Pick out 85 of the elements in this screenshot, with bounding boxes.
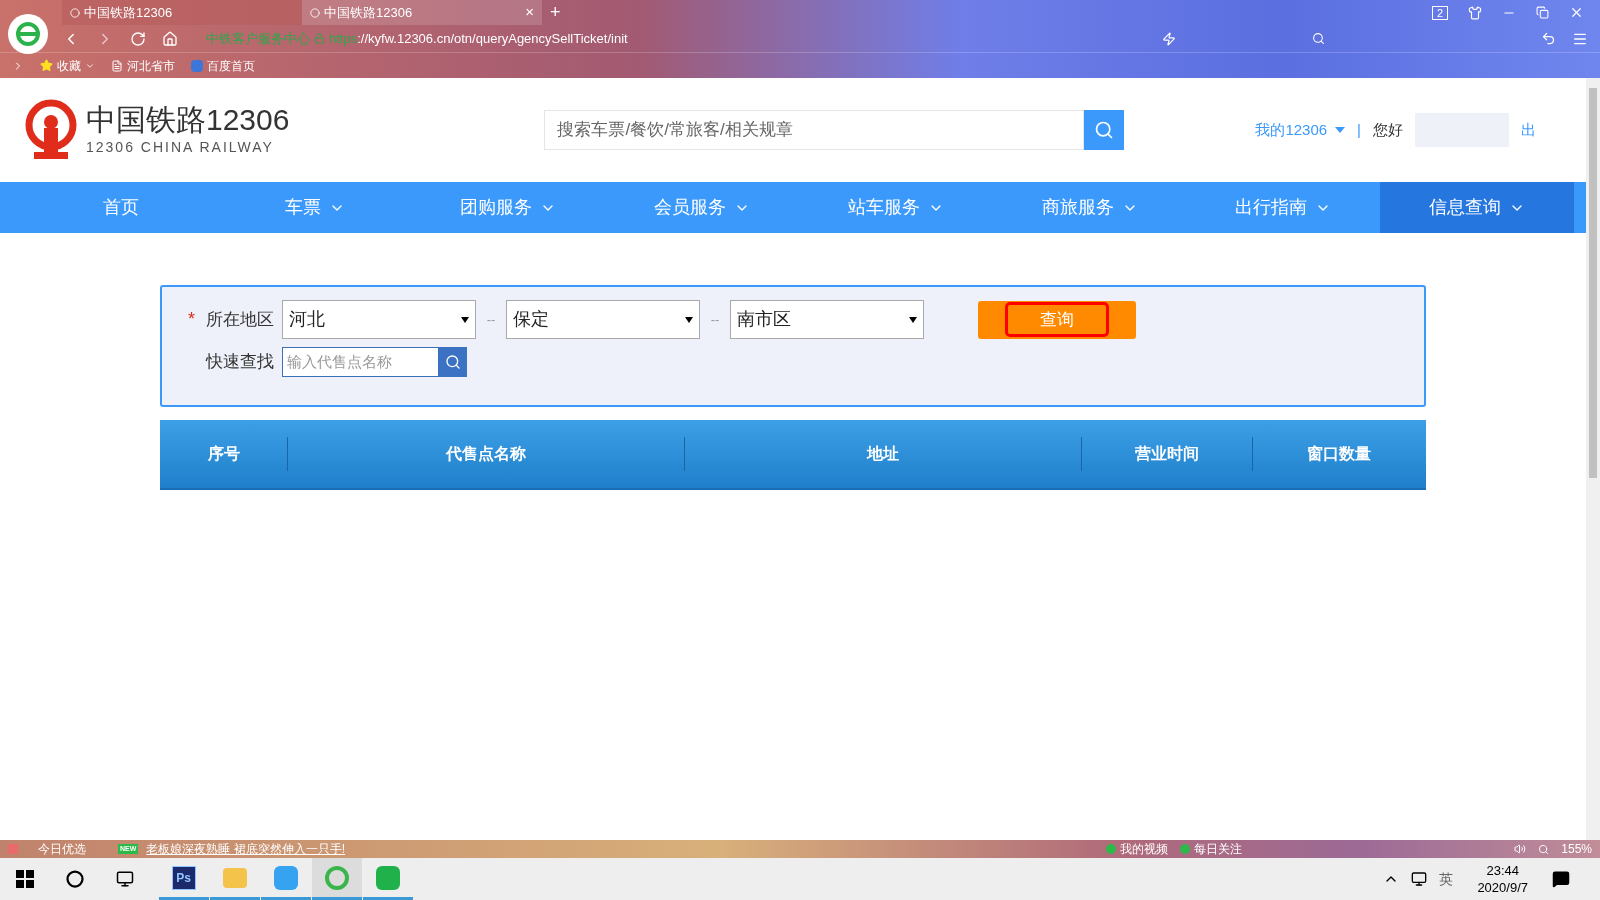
taskbar-app[interactable] xyxy=(311,858,362,900)
search-icon[interactable] xyxy=(1312,32,1325,45)
status-link[interactable]: 老板娘深夜熟睡 裙底突然伸入一只手! xyxy=(146,840,345,858)
quick-search-button[interactable] xyxy=(439,347,467,377)
region-label: 所在地区 xyxy=(206,308,274,331)
caret-icon xyxy=(1335,127,1346,133)
task-view-icon[interactable] xyxy=(116,870,134,888)
caret-icon xyxy=(685,316,693,323)
taskbar-app[interactable]: Ps xyxy=(158,858,209,900)
reload-icon[interactable] xyxy=(130,30,146,47)
column-header: 序号 xyxy=(206,443,241,465)
browser-logo-icon[interactable] xyxy=(8,14,48,54)
page-icon xyxy=(111,59,123,72)
status-link[interactable]: 每日关注 xyxy=(1180,840,1243,858)
nav-item[interactable]: 团购服务 xyxy=(411,182,606,233)
restore-icon[interactable] xyxy=(1536,6,1549,19)
nav-item[interactable]: 商旅服务 xyxy=(992,182,1187,233)
query-button[interactable]: 查询 xyxy=(978,300,1136,339)
separator: -- xyxy=(485,310,497,329)
clock-time: 23:44 xyxy=(1486,862,1519,879)
undo-icon[interactable] xyxy=(1541,31,1556,46)
column-header: 营业时间 xyxy=(1081,437,1252,471)
close-tab-button[interactable]: × xyxy=(525,1,534,24)
status-link[interactable]: 我的视频 xyxy=(1106,840,1169,858)
flash-icon[interactable] xyxy=(1162,31,1176,46)
greeting: 您好 xyxy=(1373,119,1403,140)
zoom-level[interactable]: 155% xyxy=(1561,840,1592,858)
nav-item[interactable]: 信息查询 xyxy=(1380,182,1574,233)
site-name: 中铁客户服务中心 xyxy=(206,29,310,48)
column-header: 地址 xyxy=(684,437,1081,471)
bookmark-item[interactable]: 百度首页 xyxy=(191,56,255,75)
search-circle-icon[interactable] xyxy=(66,870,84,888)
column-header: 代售点名称 xyxy=(287,437,684,471)
logo-subtitle: 12306 CHINA RAILWAY xyxy=(86,137,275,157)
status-link[interactable]: 今日优选 xyxy=(38,840,86,858)
close-icon[interactable] xyxy=(1569,5,1584,20)
tab-favicon-icon xyxy=(70,7,80,18)
windows-start-icon[interactable] xyxy=(16,870,34,888)
account-menu[interactable]: 我的12306 xyxy=(1255,118,1346,142)
separator: -- xyxy=(709,310,721,329)
logo-title: 中国铁路12306 xyxy=(86,102,290,137)
search-icon xyxy=(1094,120,1115,140)
search-icon xyxy=(445,354,461,370)
scrollbar[interactable] xyxy=(1586,78,1600,840)
tab-title: 中国铁路12306 xyxy=(324,3,413,22)
column-header: 窗口数量 xyxy=(1252,437,1425,471)
lock-icon xyxy=(314,33,325,44)
caret-icon xyxy=(461,316,469,323)
star-icon xyxy=(40,59,53,72)
window-count[interactable]: 2 xyxy=(1431,5,1448,20)
quick-search-field[interactable]: 输入代售点名称 xyxy=(282,347,439,377)
nav-item[interactable]: 出行指南 xyxy=(1186,182,1381,233)
tab-favicon-icon xyxy=(310,7,320,18)
clock-date: 2020/9/7 xyxy=(1477,879,1528,896)
tab-title: 中国铁路12306 xyxy=(84,3,173,22)
bookmark-item[interactable]: 收藏 xyxy=(40,56,95,75)
address-url[interactable]: https://kyfw.12306.cn/otn/queryAgencySellTicket/init xyxy=(329,28,628,49)
skin-icon[interactable] xyxy=(1468,5,1482,20)
quick-search-label: 快速查找 xyxy=(206,351,274,374)
search-button[interactable] xyxy=(1084,110,1125,150)
network-icon[interactable] xyxy=(1411,871,1428,887)
nav-item[interactable]: 站车服务 xyxy=(799,182,993,233)
divider: | xyxy=(1357,119,1361,140)
nav-item[interactable]: 首页 xyxy=(24,182,218,233)
region-select[interactable]: 河北 xyxy=(282,300,476,339)
nav-item[interactable]: 会员服务 xyxy=(605,182,799,233)
search-field[interactable]: 搜索车票/餐饮/常旅客/相关规章 xyxy=(544,110,1085,150)
home-icon[interactable] xyxy=(162,30,178,47)
bookmark-item[interactable]: 河北省市 xyxy=(111,56,175,75)
photoshop-icon: Ps xyxy=(171,865,196,890)
required-mark: * xyxy=(188,308,196,331)
ime-indicator[interactable]: 英 xyxy=(1439,868,1454,890)
region-select[interactable]: 南市区 xyxy=(730,300,924,339)
volume-icon[interactable] xyxy=(1514,843,1527,855)
browser-tab[interactable]: 中国铁路12306 × xyxy=(302,0,542,25)
region-select[interactable]: 保定 xyxy=(506,300,700,339)
caret-icon xyxy=(909,316,917,323)
nav-item[interactable]: 车票 xyxy=(217,182,412,233)
logout-link[interactable]: 出 xyxy=(1521,118,1536,142)
browser-tab[interactable]: 中国铁路12306 xyxy=(62,0,302,25)
notification-icon[interactable] xyxy=(1552,870,1570,888)
browser-app-icon xyxy=(324,865,349,890)
new-tab-button[interactable]: + xyxy=(550,0,561,25)
search-icon[interactable] xyxy=(1538,843,1550,855)
railway-logo-icon xyxy=(24,98,78,162)
